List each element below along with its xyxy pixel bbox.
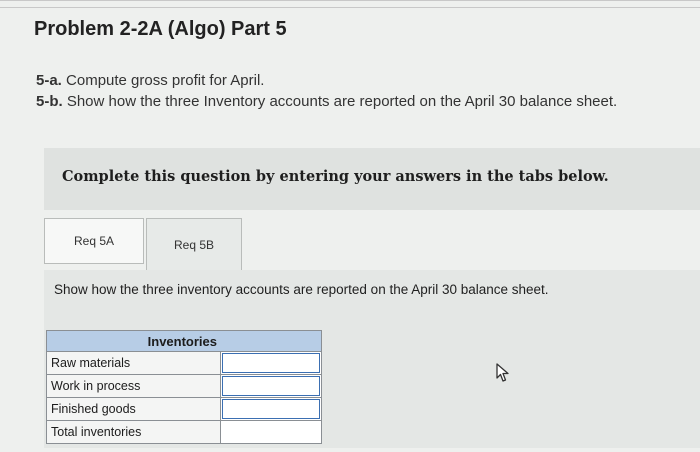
instruction-5b-text: Show how the three Inventory accounts ar… xyxy=(62,93,618,110)
tab-content: Show how the three inventory accounts ar… xyxy=(44,270,700,448)
table-row: Raw materials xyxy=(46,351,322,375)
table-row: Work in process xyxy=(46,374,322,398)
row-label-finished-goods: Finished goods xyxy=(46,397,221,421)
row-label-work-in-process: Work in process xyxy=(46,374,221,398)
row-label-raw-materials: Raw materials xyxy=(46,351,221,375)
table-row: Total inventories xyxy=(46,420,322,444)
instruction-5a-text: Compute gross profit for April. xyxy=(61,72,265,89)
total-inventories-value xyxy=(222,422,320,442)
table-header-row: Inventories xyxy=(46,330,322,352)
content-instruction: Show how the three inventory accounts ar… xyxy=(54,282,549,297)
raw-materials-cell xyxy=(220,351,322,375)
inventories-table: Inventories Raw materials Work in proces… xyxy=(46,330,322,444)
finished-goods-input[interactable] xyxy=(222,399,320,419)
total-inventories-cell xyxy=(220,420,322,444)
table-header-inventories: Inventories xyxy=(46,330,322,352)
row-label-total-inventories: Total inventories xyxy=(46,420,221,444)
instruction-5a-tag: 5-a. xyxy=(36,72,62,89)
work-in-process-input[interactable] xyxy=(222,376,320,396)
question-panel: Complete this question by entering your … xyxy=(44,148,700,448)
instruction-5b: 5-b. Show how the three Inventory accoun… xyxy=(36,93,617,110)
work-in-process-cell xyxy=(220,374,322,398)
tab-bar: Req 5A Req 5B xyxy=(44,210,700,270)
top-divider xyxy=(0,0,700,8)
finished-goods-cell xyxy=(220,397,322,421)
problem-title: Problem 2-2A (Algo) Part 5 xyxy=(34,18,287,40)
instruction-5a: 5-a. Compute gross profit for April. xyxy=(36,72,264,89)
tab-req-5b[interactable]: Req 5B xyxy=(146,218,242,270)
panel-header: Complete this question by entering your … xyxy=(44,148,700,210)
mouse-cursor-icon xyxy=(496,363,509,382)
table-row: Finished goods xyxy=(46,397,322,421)
raw-materials-input[interactable] xyxy=(222,353,320,373)
instruction-5b-tag: 5-b. xyxy=(36,93,63,110)
panel-heading: Complete this question by entering your … xyxy=(62,168,609,185)
tab-req-5a[interactable]: Req 5A xyxy=(44,218,144,264)
